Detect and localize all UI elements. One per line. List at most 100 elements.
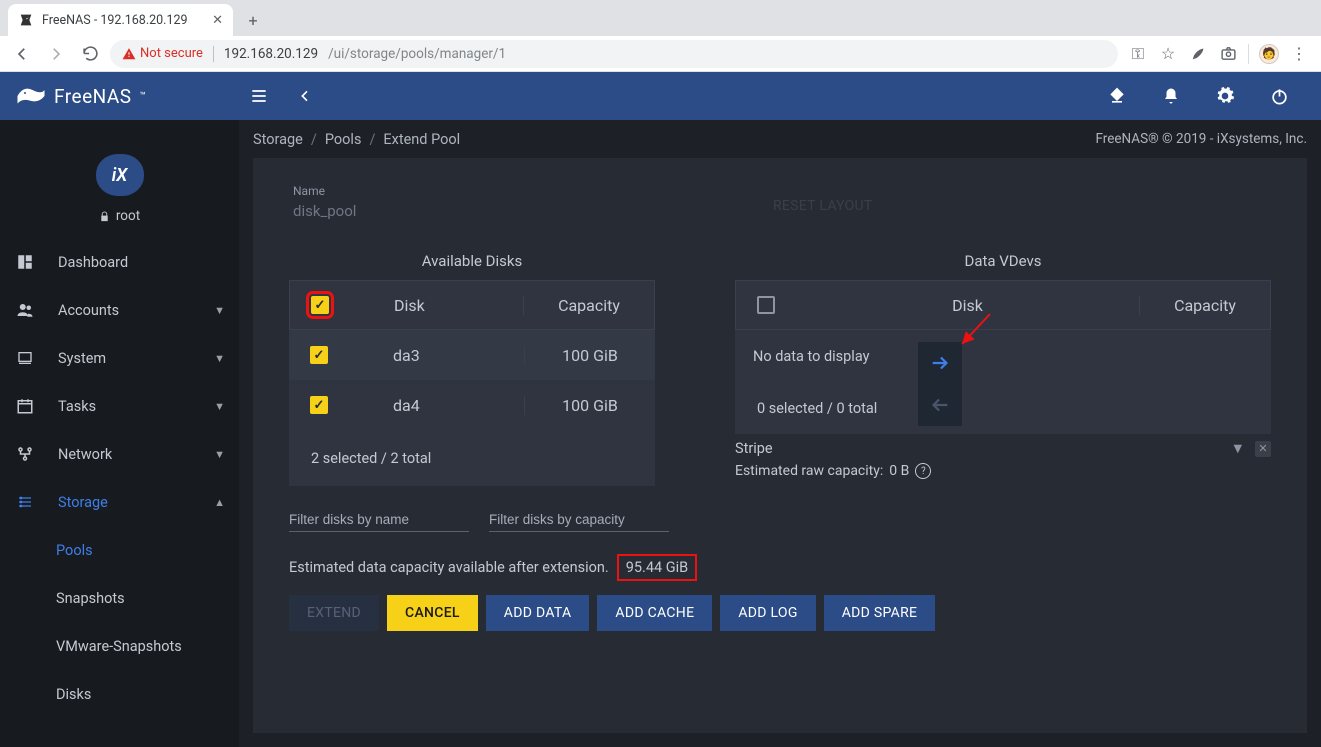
power-icon[interactable] xyxy=(1261,78,1297,114)
add-cache-button[interactable]: ADD CACHE xyxy=(597,595,712,631)
back-button[interactable] xyxy=(8,40,36,68)
trademark-icon: ™ xyxy=(140,91,147,102)
sidebar-sub-label: Snapshots xyxy=(56,590,125,607)
url-host: 192.168.20.129 xyxy=(224,46,318,62)
camera-icon[interactable] xyxy=(1218,44,1238,64)
remove-vdev-button[interactable]: ✕ xyxy=(1255,441,1271,457)
disk-capacity: 100 GiB xyxy=(525,396,655,415)
address-bar[interactable]: Not secure 192.168.20.129/ui/storage/poo… xyxy=(110,40,1118,68)
browser-tab[interactable]: FreeNAS - 192.168.20.129 ✕ xyxy=(8,4,233,36)
menu-icon[interactable]: ⋮ xyxy=(1289,44,1309,64)
data-vdevs-panel: Data VDevs Disk Capacity No data to disp… xyxy=(735,252,1271,486)
reload-button[interactable] xyxy=(76,40,104,68)
pool-manager-card: Name disk_pool RESET LAYOUT Available Di… xyxy=(253,158,1307,733)
theme-icon[interactable] xyxy=(1099,78,1135,114)
not-secure-badge: Not secure xyxy=(122,46,203,61)
vdevs-header-row: Disk Capacity xyxy=(735,280,1271,330)
tab-title: FreeNAS - 192.168.20.129 xyxy=(42,13,188,28)
extend-button[interactable]: EXTEND xyxy=(289,595,379,631)
filter-name-input[interactable] xyxy=(289,508,469,532)
star-icon[interactable]: ☆ xyxy=(1158,44,1178,64)
feather-icon[interactable] xyxy=(1188,44,1208,64)
sidebar-item-label: Network xyxy=(58,446,112,463)
tab-favicon xyxy=(18,12,34,28)
system-icon xyxy=(14,350,36,366)
sidebar-sub-label: VMware-Snapshots xyxy=(56,638,182,655)
available-disks-title: Available Disks xyxy=(289,252,655,280)
sidebar-item-tasks[interactable]: Tasks ▼ xyxy=(0,382,239,430)
sidebar: iX root Dashboard Accounts ▼ System xyxy=(0,120,239,747)
col-capacity[interactable]: Capacity xyxy=(524,296,654,315)
app-brand: FreeNAS xyxy=(54,85,132,108)
help-icon[interactable]: ? xyxy=(915,463,931,479)
move-left-button[interactable] xyxy=(918,384,962,426)
sidebar-item-label: Accounts xyxy=(58,302,119,319)
chevron-down-icon: ▼ xyxy=(214,400,225,413)
forward-button[interactable] xyxy=(42,40,70,68)
sidebar-item-label: Storage xyxy=(58,494,108,511)
select-all-checkbox[interactable] xyxy=(757,296,775,314)
data-vdevs-title: Data VDevs xyxy=(735,252,1271,280)
disk-capacity: 100 GiB xyxy=(525,346,655,365)
sidebar-sub-pools[interactable]: Pools xyxy=(0,526,239,574)
breadcrumb: Storage / Pools / Extend Pool FreeNAS® ©… xyxy=(239,120,1321,158)
sidebar-item-system[interactable]: System ▼ xyxy=(0,334,239,382)
sidebar-sub-snapshots[interactable]: Snapshots xyxy=(0,574,239,622)
key-icon[interactable]: ⚿ xyxy=(1128,44,1148,64)
sidebar-user-name: root xyxy=(116,208,140,224)
sidebar-sub-label: Pools xyxy=(56,542,93,559)
add-log-button[interactable]: ADD LOG xyxy=(720,595,815,631)
sidebar-item-storage[interactable]: Storage ▲ xyxy=(0,478,239,526)
row-checkbox[interactable] xyxy=(310,346,328,364)
bell-icon[interactable] xyxy=(1153,78,1189,114)
cancel-button[interactable]: CANCEL xyxy=(387,595,478,631)
filter-capacity-input[interactable] xyxy=(489,508,669,532)
profile-avatar[interactable]: 🧑 xyxy=(1259,44,1279,64)
no-data-text: No data to display xyxy=(735,330,1271,382)
crumb-extend-pool: Extend Pool xyxy=(383,131,460,148)
toolbar-separator xyxy=(1248,44,1249,64)
estimate-text: Estimated data capacity available after … xyxy=(289,559,609,576)
estimate-value: 95.44 GiB xyxy=(617,554,697,581)
add-data-button[interactable]: ADD DATA xyxy=(486,595,590,631)
url-path: /ui/storage/pools/manager/1 xyxy=(328,46,506,62)
chevron-down-icon: ▼ xyxy=(214,304,225,317)
hamburger-icon[interactable] xyxy=(241,78,277,114)
close-icon[interactable]: ✕ xyxy=(212,13,223,28)
layout-select[interactable]: Stripe xyxy=(735,440,773,457)
sidebar-item-accounts[interactable]: Accounts ▼ xyxy=(0,286,239,334)
new-tab-button[interactable]: + xyxy=(239,6,267,34)
sidebar-item-dashboard[interactable]: Dashboard xyxy=(0,238,239,286)
sidebar-sub-disks[interactable]: Disks xyxy=(0,670,239,718)
sidebar-user: root xyxy=(0,202,239,238)
dashboard-icon xyxy=(14,253,36,271)
crumb-sep: / xyxy=(303,131,325,148)
select-all-checkbox[interactable] xyxy=(311,296,329,314)
ix-logo: iX xyxy=(0,136,239,202)
crumb-storage[interactable]: Storage xyxy=(253,131,303,148)
move-right-button[interactable] xyxy=(918,342,962,384)
available-disks-panel: Available Disks Disk Capacity da3 xyxy=(289,252,655,486)
gear-icon[interactable] xyxy=(1207,78,1243,114)
table-row[interactable]: da4 100 GiB xyxy=(289,380,655,430)
tasks-icon xyxy=(14,397,36,415)
chevron-down-icon[interactable]: ▼ xyxy=(1231,440,1245,457)
row-checkbox[interactable] xyxy=(310,396,328,414)
sidebar-sub-vmware-snapshots[interactable]: VMware-Snapshots xyxy=(0,622,239,670)
table-row[interactable]: da3 100 GiB xyxy=(289,330,655,380)
reset-layout-button[interactable]: RESET LAYOUT xyxy=(773,198,873,214)
sidebar-item-network[interactable]: Network ▼ xyxy=(0,430,239,478)
col-disk[interactable]: Disk xyxy=(350,296,524,315)
col-disk[interactable]: Disk xyxy=(796,296,1140,315)
chevron-down-icon: ▼ xyxy=(214,448,225,461)
add-spare-button[interactable]: ADD SPARE xyxy=(824,595,936,631)
est-raw-label: Estimated raw capacity: xyxy=(735,463,883,479)
not-secure-text: Not secure xyxy=(140,46,203,61)
crumb-pools[interactable]: Pools xyxy=(325,131,362,148)
accounts-icon xyxy=(14,301,36,319)
name-label: Name xyxy=(293,184,1271,198)
collapse-icon[interactable] xyxy=(287,78,323,114)
col-capacity[interactable]: Capacity xyxy=(1140,296,1270,315)
copyright-text: FreeNAS® © 2019 - iXsystems, Inc. xyxy=(1095,131,1307,147)
app-logo[interactable]: FreeNAS ™ xyxy=(16,84,231,108)
